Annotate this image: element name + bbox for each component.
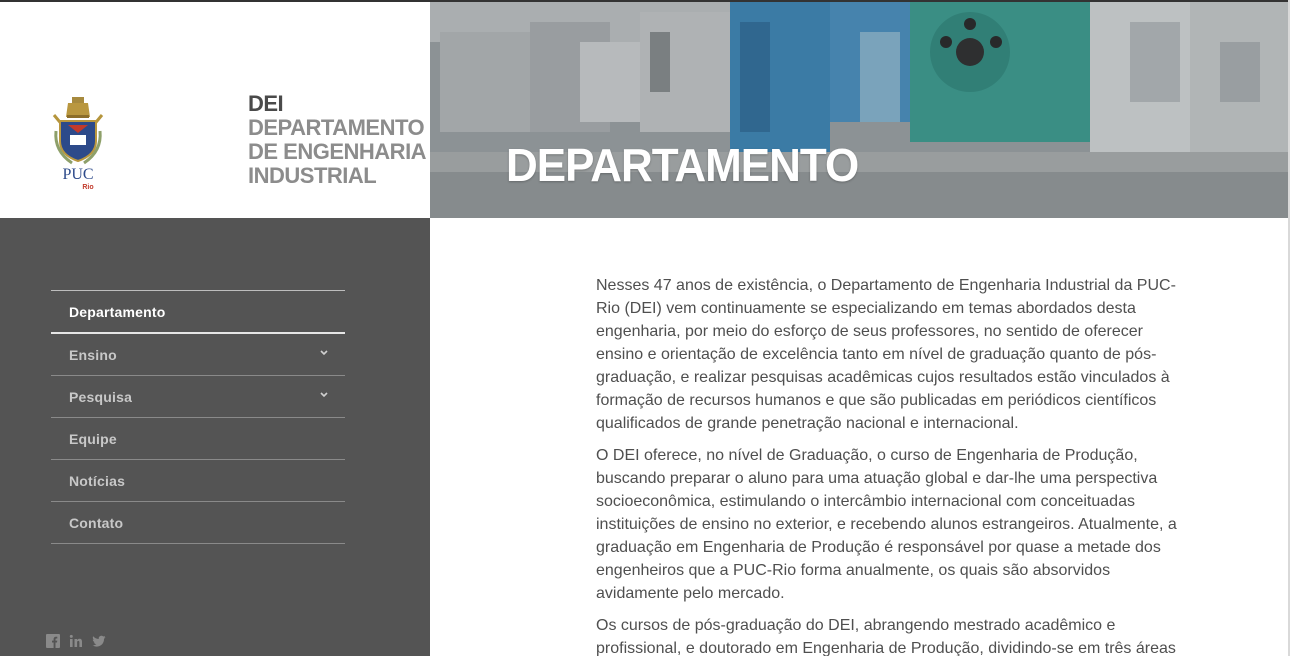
- social-links: [46, 634, 106, 648]
- nav-item-label: Notícias: [69, 472, 126, 489]
- chevron-down-icon[interactable]: [319, 348, 329, 358]
- content-paragraph: Os cursos de pós-graduação do DEI, abran…: [596, 617, 1176, 656]
- nav-item-label: Ensino: [69, 346, 117, 363]
- main-content: Nesses 47 anos de existência, o Departam…: [596, 274, 1188, 656]
- dept-line-2: DE ENGENHARIA: [248, 139, 427, 164]
- nav-item-noticias[interactable]: Notícias: [51, 460, 345, 502]
- puc-rio-crest-logo[interactable]: PUC Rio: [50, 97, 106, 191]
- facebook-icon[interactable]: [46, 634, 60, 648]
- sidebar: Departamento Ensino Pesquisa Equipe Notí…: [0, 218, 430, 656]
- svg-text:PUC: PUC: [62, 166, 93, 183]
- nav-item-label: Pesquisa: [69, 388, 133, 405]
- content-paragraph: Nesses 47 anos de existência, o Departam…: [596, 277, 1176, 432]
- nav-item-departamento[interactable]: Departamento: [51, 291, 345, 334]
- nav-item-label: Contato: [69, 514, 124, 531]
- department-title-logo[interactable]: DEI DEPARTAMENTO DE ENGENHARIA INDUSTRIA…: [248, 91, 427, 188]
- nav-item-pesquisa[interactable]: Pesquisa: [51, 376, 345, 418]
- nav-item-ensino[interactable]: Ensino: [51, 334, 345, 376]
- linkedin-icon[interactable]: [69, 634, 83, 648]
- nav-item-label: Departamento: [69, 303, 166, 320]
- nav-item-label: Equipe: [69, 430, 117, 447]
- hero-title: DEPARTAMENTO: [506, 140, 859, 192]
- nav-item-equipe[interactable]: Equipe: [51, 418, 345, 460]
- dept-abbrev: DEI: [248, 91, 284, 116]
- nav-item-contato[interactable]: Contato: [51, 502, 345, 544]
- dept-line-1: DEPARTAMENTO: [248, 115, 425, 140]
- content-paragraph: O DEI oferece, no nível de Graduação, o …: [596, 447, 1177, 602]
- hero-banner: DEPARTAMENTO: [430, 2, 1288, 218]
- twitter-icon[interactable]: [92, 634, 106, 648]
- chevron-down-icon[interactable]: [319, 390, 329, 400]
- svg-text:Rio: Rio: [82, 184, 93, 191]
- dept-line-3: INDUSTRIAL: [248, 163, 377, 188]
- sidebar-nav: Departamento Ensino Pesquisa Equipe Notí…: [51, 290, 345, 544]
- header-logo-area: PUC Rio DEI DEPARTAMENTO DE ENGENHARIA I…: [0, 2, 430, 218]
